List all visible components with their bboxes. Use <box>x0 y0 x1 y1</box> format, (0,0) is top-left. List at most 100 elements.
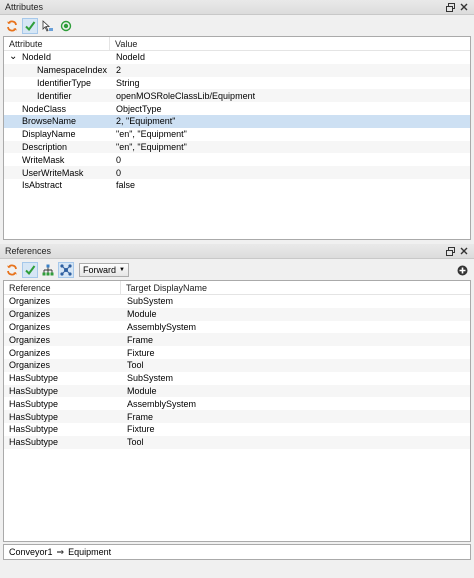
reference-target: Frame <box>127 334 154 345</box>
reference-row[interactable]: Organizes Module <box>4 307 470 321</box>
references-rows: Organizes SubSystem Organizes Module Organiz… <box>4 295 470 449</box>
close-panel-icon[interactable] <box>459 246 469 256</box>
reference-row[interactable]: Organizes Tool <box>4 358 470 372</box>
attribute-value: ObjectType <box>116 103 162 114</box>
attribute-name: Identifier <box>37 90 72 101</box>
attribute-name: BrowseName <box>22 116 77 127</box>
attribute-row[interactable]: Description "en", "Equipment" <box>4 140 470 154</box>
direction-value: Forward <box>83 265 117 275</box>
attribute-value: false <box>116 180 136 191</box>
attributes-toolbar <box>0 17 474 35</box>
reference-target: Fixture <box>127 424 155 435</box>
references-column-header: Reference Target DisplayName <box>4 281 470 295</box>
reference-type: HasSubtype <box>9 385 59 396</box>
reference-type: HasSubtype <box>9 437 59 448</box>
attribute-value: openMOSRoleClassLib/Equipment <box>116 90 256 101</box>
references-panel-header: References <box>0 244 474 259</box>
attribute-value: 2, "Equipment" <box>116 116 176 127</box>
statusbar-to: Equipment <box>68 547 112 557</box>
reference-row[interactable]: Organizes Fixture <box>4 346 470 359</box>
hierarchy-icon[interactable] <box>40 262 56 278</box>
reference-target: Fixture <box>127 347 155 358</box>
network-icon[interactable] <box>58 262 74 278</box>
attribute-row[interactable]: IsAbstract false <box>4 179 470 192</box>
reference-type: Organizes <box>9 334 51 345</box>
reference-target: Module <box>127 309 157 320</box>
attribute-name: NodeId <box>22 52 52 63</box>
statusbar: Conveyor1 ⇒ Equipment <box>3 544 471 560</box>
reference-target: Tool <box>127 360 144 371</box>
direction-dropdown[interactable]: Forward ▼ <box>79 263 129 277</box>
attribute-value: String <box>116 77 140 88</box>
reference-row[interactable]: HasSubtype Module <box>4 384 470 398</box>
reference-row[interactable]: Organizes SubSystem <box>4 295 470 308</box>
attribute-column-header[interactable]: Attribute <box>4 37 110 50</box>
reference-target: SubSystem <box>127 373 174 384</box>
close-panel-icon[interactable] <box>459 2 469 12</box>
float-panel-icon[interactable] <box>445 2 455 12</box>
reference-row[interactable]: HasSubtype Fixture <box>4 423 470 436</box>
attribute-name-cell: Identifier <box>4 91 110 101</box>
reference-row[interactable]: Organizes Frame <box>4 333 470 347</box>
attribute-row[interactable]: WriteMask 0 <box>4 153 470 166</box>
add-reference-icon[interactable] <box>454 262 470 278</box>
refresh-icon[interactable] <box>4 18 20 34</box>
attribute-row[interactable]: NamespaceIndex 2 <box>4 63 470 77</box>
refresh-icon[interactable] <box>4 262 20 278</box>
reference-row[interactable]: HasSubtype SubSystem <box>4 372 470 385</box>
reference-type: Organizes <box>9 360 51 371</box>
reference-row[interactable]: Organizes AssemblySystem <box>4 321 470 334</box>
attribute-name-cell: Description <box>4 142 110 152</box>
attribute-name-cell: NamespaceIndex <box>4 65 110 75</box>
attributes-rows: ⌄ NodeId NodeId NamespaceIndex 2 IdentifierTy… <box>4 51 470 192</box>
reference-row[interactable]: HasSubtype AssemblySystem <box>4 397 470 410</box>
attribute-name-cell: BrowseName <box>4 116 110 126</box>
attribute-name-cell: UserWriteMask <box>4 168 110 178</box>
value-column-header[interactable]: Value <box>110 39 137 49</box>
attribute-name-cell: DisplayName <box>4 129 110 139</box>
attribute-name: Description <box>22 141 68 152</box>
reference-type: Organizes <box>9 347 51 358</box>
attribute-value: 2 <box>116 65 122 76</box>
attribute-row[interactable]: UserWriteMask 0 <box>4 166 470 179</box>
reference-type: HasSubtype <box>9 373 59 384</box>
attribute-row[interactable]: NodeClass ObjectType <box>4 102 470 115</box>
attribute-name: UserWriteMask <box>22 167 84 178</box>
attributes-panel-title: Attributes <box>5 2 44 12</box>
attribute-row[interactable]: Identifier openMOSRoleClassLib/Equipment <box>4 89 470 103</box>
reference-target: Tool <box>127 437 144 448</box>
attribute-name: WriteMask <box>22 154 65 165</box>
attribute-value: "en", "Equipment" <box>116 141 187 152</box>
attribute-name-cell: WriteMask <box>4 155 110 165</box>
reference-target: Module <box>127 385 157 396</box>
attribute-name-cell: ⌄ NodeId <box>4 52 110 62</box>
attribute-value: 0 <box>116 167 122 178</box>
reference-column-header[interactable]: Reference <box>4 281 121 294</box>
attribute-name: IdentifierType <box>37 77 92 88</box>
attribute-value: NodeId <box>116 52 146 63</box>
attribute-row[interactable]: DisplayName "en", "Equipment" <box>4 128 470 141</box>
statusbar-from: Conveyor1 <box>9 547 53 557</box>
attribute-name-cell: NodeClass <box>4 104 110 114</box>
expand-chevron-icon[interactable]: ⌄ <box>9 52 22 62</box>
references-toolbar: Forward ▼ <box>0 261 474 279</box>
attribute-row[interactable]: IdentifierType String <box>4 77 470 90</box>
reference-row[interactable]: HasSubtype Frame <box>4 410 470 423</box>
target-column-header[interactable]: Target DisplayName <box>121 283 207 293</box>
attribute-name: DisplayName <box>22 129 76 140</box>
record-icon[interactable] <box>58 18 74 34</box>
references-list: Reference Target DisplayName Organizes Su… <box>3 280 471 542</box>
attribute-name-cell: IsAbstract <box>4 180 110 190</box>
reference-type: Organizes <box>9 309 51 320</box>
check-icon[interactable] <box>22 18 38 34</box>
attribute-name: NodeClass <box>22 103 67 114</box>
check-icon[interactable] <box>22 262 38 278</box>
cursor-tree-icon[interactable] <box>40 18 56 34</box>
reference-row[interactable]: HasSubtype Tool <box>4 435 470 449</box>
attribute-row[interactable]: BrowseName 2, "Equipment" <box>4 114 470 128</box>
attribute-row[interactable]: ⌄ NodeId NodeId <box>4 51 470 64</box>
chevron-down-icon: ▼ <box>119 267 125 273</box>
attributes-panel-header: Attributes <box>0 0 474 15</box>
attributes-tree: Attribute Value ⌄ NodeId NodeId NamespaceIn… <box>3 36 471 240</box>
float-panel-icon[interactable] <box>445 246 455 256</box>
